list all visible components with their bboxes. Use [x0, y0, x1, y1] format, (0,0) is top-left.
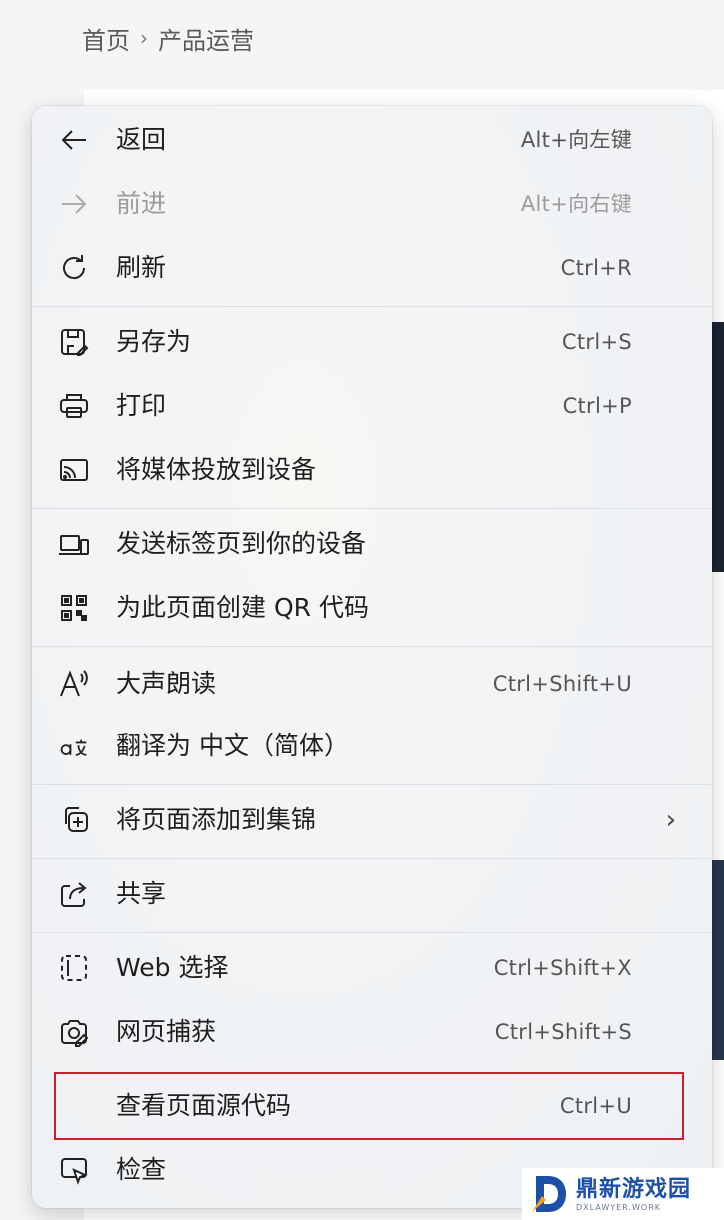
- menu-item-add-to-collections[interactable]: 将页面添加到集锦 ›: [32, 790, 712, 850]
- menu-item-forward: 前进 Alt+向右键: [32, 174, 712, 234]
- qr-code-icon: [56, 590, 92, 626]
- page-image-fragment: [712, 322, 724, 572]
- menu-item-shortcut: Alt+向右键: [520, 192, 632, 216]
- add-collection-icon: [56, 802, 92, 838]
- translate-icon: [56, 728, 92, 764]
- save-icon: [56, 324, 92, 360]
- menu-item-label: 共享: [116, 879, 167, 908]
- web-select-icon: [56, 950, 92, 986]
- cast-icon: [56, 452, 92, 488]
- menu-item-label: 为此页面创建 QR 代码: [116, 593, 369, 622]
- menu-item-read-aloud[interactable]: 大声朗读 Ctrl+Shift+U: [32, 654, 712, 714]
- menu-item-label: 检查: [116, 1155, 167, 1184]
- page-image-fragment: [712, 860, 724, 1060]
- menu-item-shortcut: Ctrl+P: [562, 394, 632, 418]
- refresh-icon: [56, 250, 92, 286]
- menu-item-label: 打印: [116, 391, 167, 420]
- menu-divider: [32, 932, 712, 933]
- back-arrow-icon: [56, 122, 92, 158]
- menu-item-translate[interactable]: 翻译为 中文（简体）: [32, 716, 712, 776]
- highlight-annotation-box: [54, 1072, 684, 1140]
- inspect-icon: [56, 1152, 92, 1188]
- menu-item-print[interactable]: 打印 Ctrl+P: [32, 376, 712, 436]
- context-menu: 返回 Alt+向左键 前进 Alt+向右键 刷新 Ctrl+R 另存为 Ctrl…: [32, 106, 712, 1208]
- menu-item-shortcut: Alt+向左键: [520, 128, 632, 152]
- watermark-title: 鼎新游戏园: [576, 1176, 692, 1202]
- breadcrumb: 首页 › 产品运营: [82, 20, 254, 56]
- menu-item-shortcut: Ctrl+Shift+X: [493, 956, 632, 980]
- menu-item-share[interactable]: 共享: [32, 864, 712, 924]
- menu-item-label: 返回: [116, 125, 167, 154]
- menu-item-label: 网页捕获: [116, 1017, 217, 1046]
- menu-item-label: 发送标签页到你的设备: [116, 529, 367, 558]
- chevron-right-icon: ›: [665, 805, 676, 835]
- menu-item-label: Web 选择: [116, 953, 229, 982]
- menu-item-save-as[interactable]: 另存为 Ctrl+S: [32, 312, 712, 372]
- menu-item-label: 将媒体投放到设备: [116, 455, 317, 484]
- breadcrumb-home-link[interactable]: 首页: [82, 21, 130, 56]
- watermark-subtitle: DXLAWYER.WORK: [576, 1202, 661, 1212]
- watermark-logo-icon: [532, 1176, 566, 1212]
- print-icon: [56, 388, 92, 424]
- menu-item-create-qr-code[interactable]: 为此页面创建 QR 代码: [32, 578, 712, 638]
- send-tab-icon: [56, 526, 92, 562]
- menu-divider: [32, 784, 712, 785]
- menu-item-web-select[interactable]: Web 选择 Ctrl+Shift+X: [32, 938, 712, 998]
- menu-item-label: 另存为: [116, 327, 192, 356]
- share-icon: [56, 876, 92, 912]
- menu-item-shortcut: Ctrl+R: [560, 256, 632, 280]
- menu-item-refresh[interactable]: 刷新 Ctrl+R: [32, 238, 712, 298]
- web-capture-icon: [56, 1014, 92, 1050]
- menu-divider: [32, 858, 712, 859]
- menu-item-label: 前进: [116, 189, 167, 218]
- watermark-logo: 鼎新游戏园 DXLAWYER.WORK: [522, 1168, 724, 1220]
- menu-item-shortcut: Ctrl+Shift+U: [492, 672, 632, 696]
- breadcrumb-current[interactable]: 产品运营: [158, 21, 254, 56]
- chevron-right-icon: ›: [140, 26, 148, 50]
- menu-item-label: 将页面添加到集锦: [116, 805, 317, 834]
- menu-divider: [32, 508, 712, 509]
- menu-item-send-tab[interactable]: 发送标签页到你的设备: [32, 514, 712, 574]
- menu-item-web-capture[interactable]: 网页捕获 Ctrl+Shift+S: [32, 1002, 712, 1062]
- menu-item-shortcut: Ctrl+Shift+S: [494, 1020, 632, 1044]
- menu-item-label: 刷新: [116, 253, 167, 282]
- menu-divider: [32, 646, 712, 647]
- menu-item-back[interactable]: 返回 Alt+向左键: [32, 110, 712, 170]
- menu-item-cast-media[interactable]: 将媒体投放到设备: [32, 440, 712, 500]
- menu-item-label: 翻译为 中文（简体）: [116, 731, 349, 760]
- menu-divider: [32, 306, 712, 307]
- forward-arrow-icon: [56, 186, 92, 222]
- menu-item-label: 大声朗读: [116, 669, 217, 698]
- read-aloud-icon: [56, 666, 92, 702]
- menu-item-shortcut: Ctrl+S: [561, 330, 632, 354]
